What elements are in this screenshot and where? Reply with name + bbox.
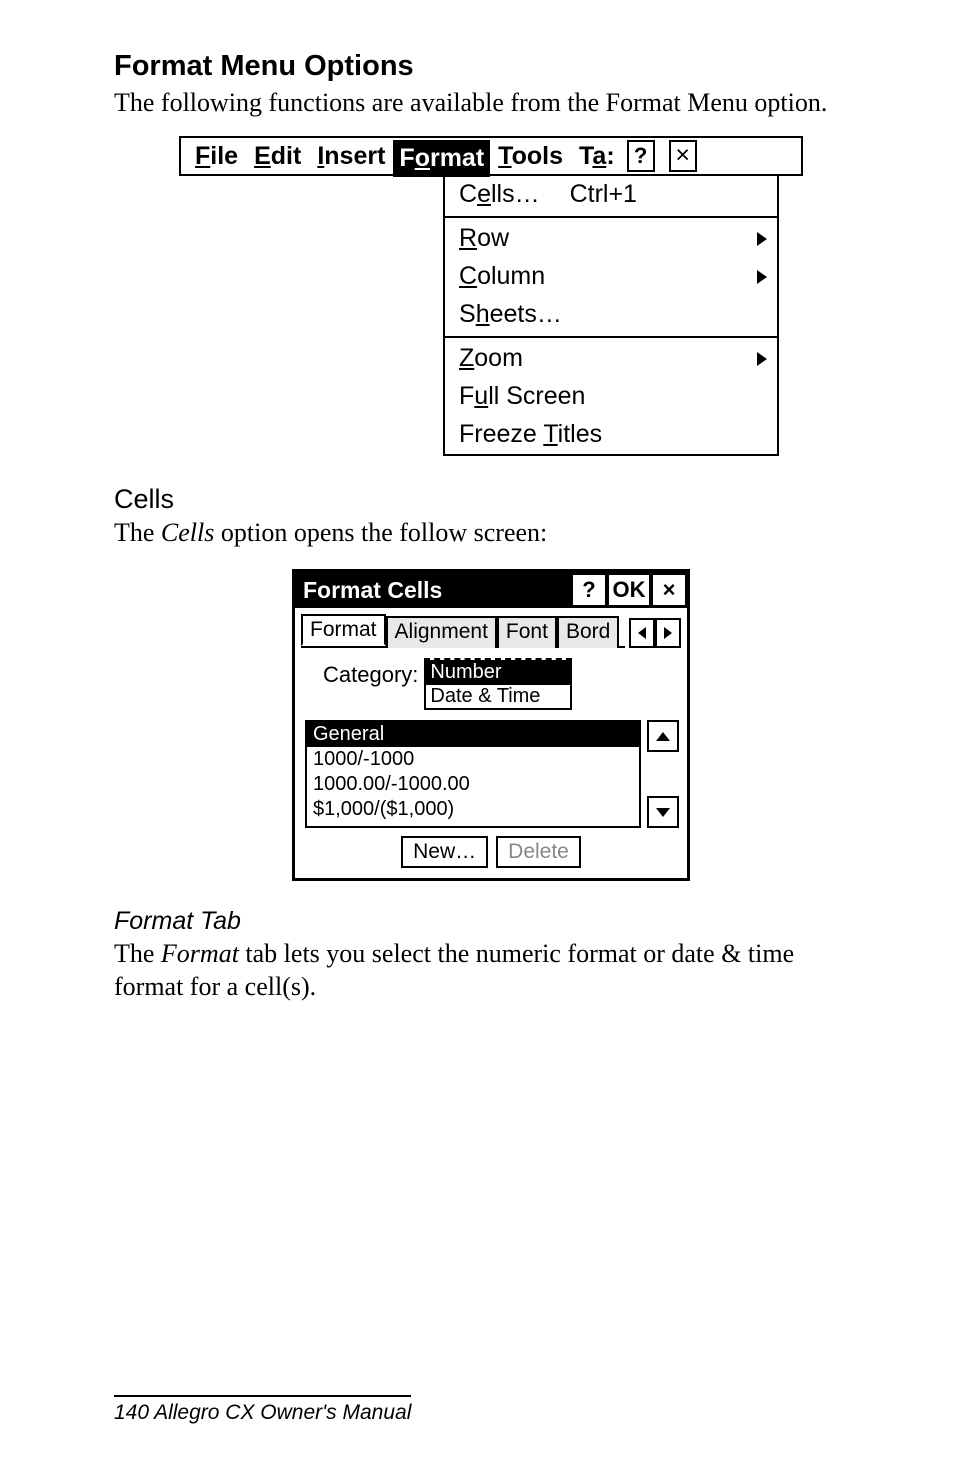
- format-option-general[interactable]: General: [307, 722, 639, 747]
- format-list[interactable]: General 1000/-1000 1000.00/-1000.00 $1,0…: [305, 720, 641, 828]
- footer: 140 Allegro CX Owner's Manual: [114, 1395, 411, 1425]
- dialog-tabs: Format Alignment Font Bord: [301, 616, 681, 648]
- menu-item-cells[interactable]: Cells… Ctrl+1: [445, 176, 777, 214]
- category-option-datetime[interactable]: Date & Time: [426, 685, 570, 708]
- new-button[interactable]: New…: [401, 836, 488, 868]
- menubar: File Edit Insert Format Tools Ta: ? ×: [179, 136, 803, 176]
- menu-item-row[interactable]: Row: [445, 220, 777, 258]
- menu-item-fullscreen[interactable]: Full Screen: [445, 378, 777, 416]
- intro-text: The following functions are available fr…: [114, 87, 868, 120]
- tab-scroll-left-icon[interactable]: [629, 618, 655, 648]
- submenu-arrow-icon: [757, 232, 767, 246]
- menu-insert[interactable]: Insert: [309, 140, 393, 171]
- dialog-close-icon[interactable]: ×: [653, 575, 685, 605]
- format-option-2[interactable]: 1000.00/-1000.00: [307, 772, 639, 797]
- format-tab-heading: Format Tab: [114, 907, 868, 936]
- dialog-titlebar: Format Cells ? OK ×: [295, 572, 687, 608]
- menu-file[interactable]: File: [187, 140, 246, 171]
- tab-scroll-right-icon[interactable]: [655, 618, 681, 648]
- cells-heading: Cells: [114, 484, 868, 515]
- tab-alignment[interactable]: Alignment: [386, 616, 497, 648]
- menu-task[interactable]: Ta:: [571, 140, 623, 171]
- category-option-number[interactable]: Number: [426, 660, 570, 685]
- format-dropdown: Cells… Ctrl+1 Row Column Sheets… Zoom: [443, 176, 779, 456]
- tab-font[interactable]: Font: [497, 616, 557, 648]
- tab-border[interactable]: Bord: [557, 616, 619, 648]
- submenu-arrow-icon: [757, 270, 767, 284]
- dialog-ok-button[interactable]: OK: [609, 575, 649, 605]
- menu-item-sheets[interactable]: Sheets…: [445, 296, 777, 334]
- help-icon[interactable]: ?: [627, 140, 655, 172]
- menu-tools[interactable]: Tools: [490, 140, 571, 171]
- category-label: Category:: [323, 658, 418, 688]
- scroll-up-icon[interactable]: [647, 720, 679, 752]
- delete-button: Delete: [496, 836, 581, 868]
- close-icon[interactable]: ×: [669, 140, 697, 172]
- menu-edit[interactable]: Edit: [246, 140, 309, 171]
- figure-format-menu: File Edit Insert Format Tools Ta: ? × Ce…: [179, 136, 803, 456]
- format-tab-text: The Format tab lets you select the numer…: [114, 938, 868, 1003]
- category-select[interactable]: Number Date & Time: [424, 658, 572, 710]
- format-option-1[interactable]: 1000/-1000: [307, 747, 639, 772]
- menu-item-column[interactable]: Column: [445, 258, 777, 296]
- format-list-scrollbar[interactable]: [647, 720, 677, 828]
- cells-intro: The Cells option opens the follow screen…: [114, 517, 868, 550]
- section-title: Format Menu Options: [114, 50, 868, 83]
- menu-item-zoom[interactable]: Zoom: [445, 340, 777, 378]
- submenu-arrow-icon: [757, 352, 767, 366]
- dialog-title: Format Cells: [303, 577, 569, 604]
- menu-format[interactable]: Format: [393, 140, 490, 177]
- dialog-help-icon[interactable]: ?: [573, 575, 605, 605]
- format-option-3[interactable]: $1,000/($1,000): [307, 797, 639, 822]
- shortcut-cells: Ctrl+1: [570, 180, 637, 209]
- tab-format[interactable]: Format: [301, 614, 386, 646]
- menu-item-freeze-titles[interactable]: Freeze Titles: [445, 416, 777, 454]
- scroll-down-icon[interactable]: [647, 796, 679, 828]
- figure-format-cells-dialog: Format Cells ? OK × Format Alignment Fon…: [292, 569, 690, 881]
